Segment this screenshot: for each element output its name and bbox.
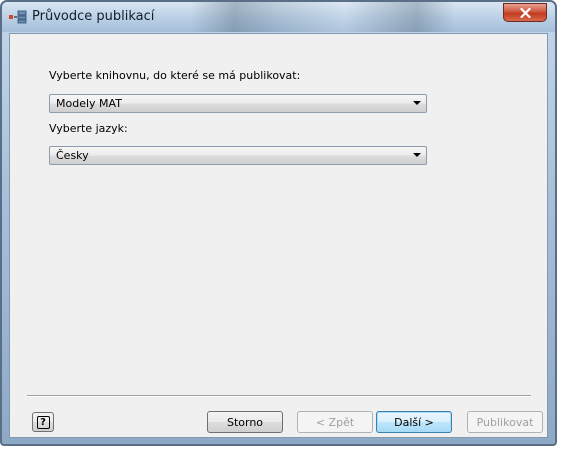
back-button[interactable]: < Zpět [297,411,373,433]
chevron-down-icon [413,101,421,105]
next-button[interactable]: Další > [376,411,452,433]
cancel-button[interactable]: Storno [207,411,283,433]
language-select[interactable]: Česky [49,146,427,165]
library-label: Vyberte knihovnu, do které se má publiko… [49,69,301,82]
title-bar[interactable]: Průvodce publikací [2,2,555,32]
button-separator [27,395,531,397]
library-select[interactable]: Modely MAT [49,94,427,113]
close-icon [519,7,531,18]
help-button[interactable]: ? [32,412,54,432]
language-select-value: Česky [56,149,89,162]
publish-wizard-app-icon [9,10,27,24]
publish-wizard-window: Průvodce publikací Vyberte knihovnu, do … [0,0,557,446]
help-icon: ? [36,415,50,429]
close-button[interactable] [503,3,547,22]
library-select-value: Modely MAT [56,97,122,110]
window-title: Průvodce publikací [32,9,155,24]
publish-button[interactable]: Publikovat [467,411,543,433]
language-label: Vyberte jazyk: [49,122,128,135]
wizard-content: Vyberte knihovnu, do které se má publiko… [9,33,548,438]
chevron-down-icon [413,153,421,157]
